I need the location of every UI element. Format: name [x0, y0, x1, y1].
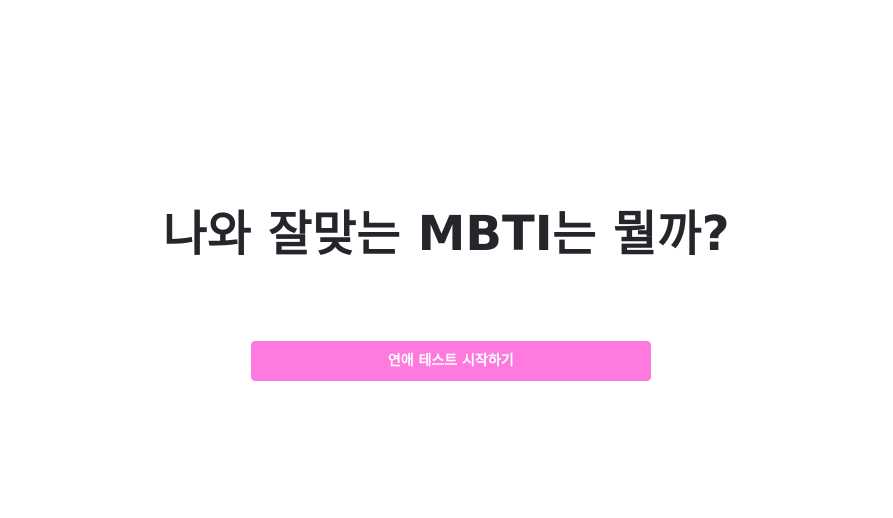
page: 나와 잘맞는 MBTI는 뭘까? 연애 테스트 시작하기	[0, 0, 893, 518]
page-title: 나와 잘맞는 MBTI는 뭘까?	[163, 206, 730, 263]
start-test-button[interactable]: 연애 테스트 시작하기	[251, 341, 651, 381]
